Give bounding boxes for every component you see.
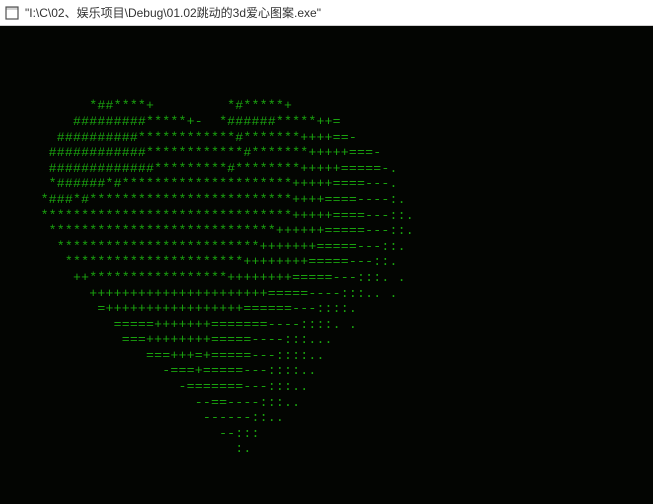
title-bar: "I:\C\02、娱乐项目\Debug\01.02跳动的3d爱心图案.exe" (0, 0, 653, 26)
ascii-heart-art: *##****+ *#*****+ #########*****+- *####… (0, 36, 653, 457)
console-output: *##****+ *#*****+ #########*****+- *####… (0, 26, 653, 504)
window-title: "I:\C\02、娱乐项目\Debug\01.02跳动的3d爱心图案.exe" (25, 4, 321, 21)
app-icon (4, 5, 20, 21)
